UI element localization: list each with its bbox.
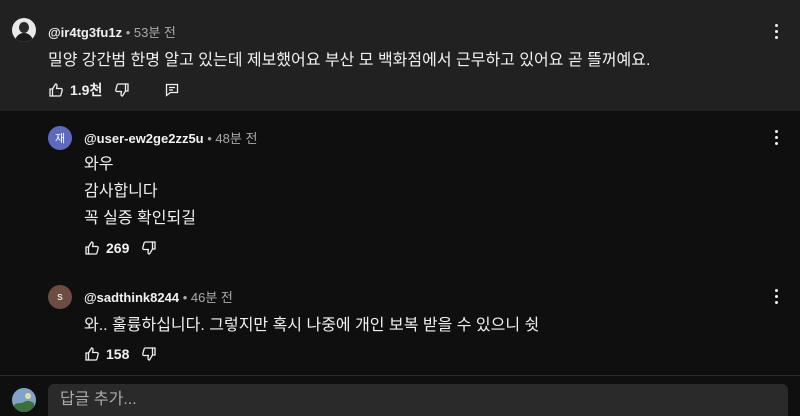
comment-meta: @sadthink8244 • 46분 전 xyxy=(84,287,233,306)
comment-meta: @user-ew2ge2zz5u • 48분 전 xyxy=(84,128,257,147)
more-actions-icon[interactable] xyxy=(775,24,779,40)
like-count: 1.9천 xyxy=(70,82,103,98)
like-count: 158 xyxy=(106,346,130,362)
more-actions-icon[interactable] xyxy=(775,130,779,146)
thumbs-up-icon[interactable] xyxy=(84,240,100,256)
avatar-letter: 재 xyxy=(54,133,66,145)
author-handle[interactable]: @sadthink8244 xyxy=(84,290,179,305)
avatar-letter: s xyxy=(57,291,63,303)
comment-text-line: 와우 xyxy=(84,156,114,173)
comment-text: 밀양 강간범 한명 알고 있는데 제보했어요 부산 모 백화점에서 근무하고 있… xyxy=(48,52,651,69)
avatar[interactable]: 재 xyxy=(48,126,72,150)
comment-text-line: 꼭 실증 확인되길 xyxy=(84,210,196,227)
avatar-head xyxy=(19,22,29,33)
avatar-body xyxy=(15,33,33,42)
thumbs-down-icon[interactable] xyxy=(141,240,157,256)
author-handle[interactable]: @ir4tg3fu1z xyxy=(48,25,122,40)
thumbs-down-icon[interactable] xyxy=(141,346,157,362)
comment-meta: @ir4tg3fu1z • 53분 전 xyxy=(48,22,176,41)
avatar[interactable] xyxy=(12,18,36,42)
comment-text-line: 감사합니다 xyxy=(84,183,158,200)
reply-icon[interactable] xyxy=(164,82,180,98)
like-count: 269 xyxy=(106,240,130,256)
comment-actions: 158 xyxy=(84,346,157,362)
thumbs-up-icon[interactable] xyxy=(48,82,64,98)
timestamp[interactable]: 48분 전 xyxy=(215,131,257,146)
thumbs-up-icon[interactable] xyxy=(84,346,100,362)
top-comment: @ir4tg3fu1z • 53분 전 밀양 강간범 한명 알고 있는데 제보했… xyxy=(0,0,800,111)
comment-actions: 269 xyxy=(84,240,157,256)
current-user-avatar xyxy=(12,388,36,412)
separator: • xyxy=(182,290,191,305)
comment-actions: 1.9천 xyxy=(48,80,180,100)
timestamp[interactable]: 46분 전 xyxy=(191,290,233,305)
author-handle[interactable]: @user-ew2ge2zz5u xyxy=(84,131,204,146)
add-reply-input[interactable]: 답글 추가... xyxy=(48,384,788,416)
timestamp[interactable]: 53분 전 xyxy=(134,25,176,40)
thumbs-down-icon[interactable] xyxy=(114,82,130,98)
avatar[interactable]: s xyxy=(48,285,72,309)
comment-text: 와.. 훌륭하십니다. 그렇지만 혹시 나중에 개인 보복 받을 수 있으니 쉿 xyxy=(84,317,540,334)
separator: • xyxy=(125,25,134,40)
more-actions-icon[interactable] xyxy=(775,289,779,305)
